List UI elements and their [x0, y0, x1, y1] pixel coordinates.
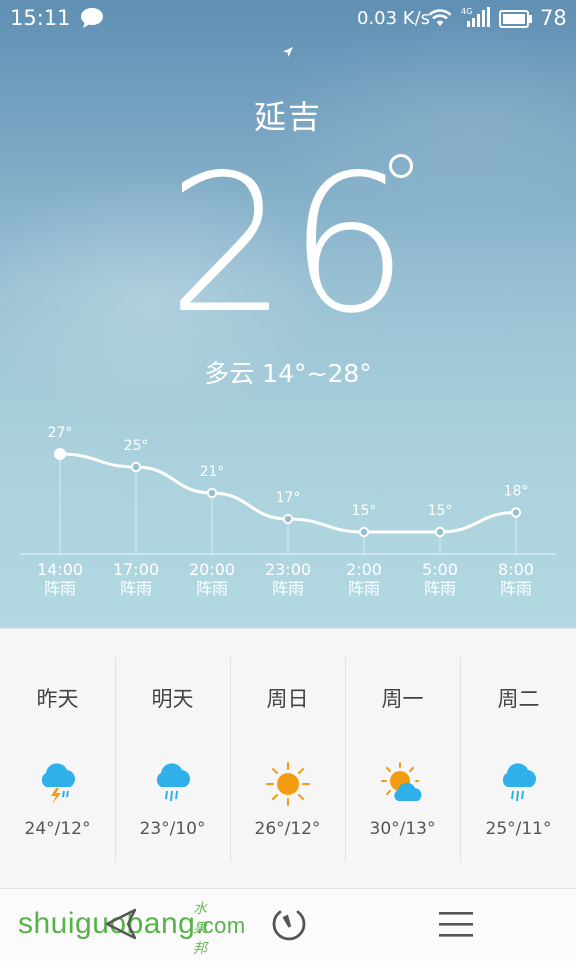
hour-condition: 阵雨 [499, 579, 532, 598]
hour-label: 2:00 [346, 560, 382, 579]
gauge-icon[interactable] [270, 905, 308, 943]
temperature-label: 17° [276, 490, 301, 506]
temperature-point [358, 526, 370, 538]
forecast-range: 24°/12° [24, 819, 91, 839]
forecast-day-name: 周日 [266, 687, 309, 711]
hour-column: 5:00 阵雨 [402, 560, 478, 598]
sunny-icon [265, 762, 310, 806]
hourly-labels: 14:00 阵雨 17:00 阵雨 20:00 阵雨 23:00 阵雨 2:00 阵雨 5:00 阵雨… [0, 560, 576, 610]
hour-label: 17:00 [112, 560, 160, 579]
hour-label: 5:00 [422, 560, 458, 579]
chat-notification-icon [81, 8, 103, 28]
forecast-range: 25°/11° [485, 819, 552, 839]
hour-condition: 阵雨 [195, 579, 228, 598]
forecast-day-name: 昨天 [36, 687, 79, 711]
temperature-label: 18° [504, 484, 529, 500]
current-temperature: 26 [167, 134, 409, 355]
forecast-day-name: 周一 [381, 687, 424, 711]
hour-label: 23:00 [264, 560, 312, 579]
menu-icon[interactable] [438, 909, 474, 939]
hour-condition: 阵雨 [43, 579, 76, 598]
daily-forecast: 昨天 24°/12° 明天 23°/10° 周日 26°/12° 周一 30°/… [0, 628, 576, 889]
hour-column: 2:00 阵雨 [326, 560, 402, 598]
temperature-point [206, 487, 218, 499]
temperature-label: 21° [200, 464, 225, 480]
temperature-point [130, 461, 142, 473]
forecast-day[interactable]: 周二 25°/11° [461, 657, 576, 862]
battery-percent: 78 [540, 6, 567, 30]
city-name[interactable]: 延吉 [0, 92, 576, 138]
hourly-temperature-chart: 27° 25° 21° 17° 15° 15° 18° [20, 425, 556, 555]
forecast-day-name: 明天 [151, 687, 194, 711]
forecast-range: 30°/13° [369, 819, 436, 839]
temperature-label: 15° [428, 503, 453, 519]
svg-text:4G: 4G [461, 7, 472, 16]
forecast-range: 23°/10° [139, 819, 206, 839]
temperature-point [510, 507, 522, 518]
hour-condition: 阵雨 [423, 579, 456, 598]
battery-icon [499, 10, 532, 28]
hour-column: 8:00 阵雨 [478, 560, 554, 598]
temperature-point [434, 526, 446, 538]
status-time: 15:11 [10, 6, 71, 30]
forecast-day-name: 周二 [497, 687, 540, 711]
hour-condition: 阵雨 [119, 579, 152, 598]
temperature-point [282, 513, 294, 525]
temperature-label: 27° [48, 425, 73, 441]
hour-label: 20:00 [188, 560, 236, 579]
temperature-point [54, 448, 66, 460]
partly-cloudy-icon [380, 762, 421, 801]
temperature-label: 15° [352, 503, 377, 519]
signal-4g-icon: 4G [461, 7, 490, 27]
hour-condition: 阵雨 [271, 579, 304, 598]
rain-icon [156, 763, 190, 802]
bottom-navigation: shuiguobang 水果邦 .com [0, 888, 576, 961]
forecast-day[interactable]: 周日 26°/12° [230, 657, 345, 862]
rain-icon [502, 763, 536, 802]
status-bar: 15:11 0.03 K/s 4G 78 [0, 0, 576, 38]
hour-label: 14:00 [36, 560, 84, 579]
net-speed: 0.03 K/s [357, 8, 431, 29]
location-arrow-icon [283, 47, 293, 57]
watermark-com: .com [196, 913, 246, 938]
forecast-range: 26°/12° [254, 819, 321, 839]
forecast-day[interactable]: 明天 23°/10° [115, 657, 230, 862]
hour-label: 8:00 [498, 560, 534, 579]
hour-column: 17:00 阵雨 [98, 560, 174, 598]
rain-thunder-icon [41, 763, 75, 804]
hour-column: 14:00 阵雨 [22, 560, 98, 598]
hour-column: 20:00 阵雨 [174, 560, 250, 598]
forecast-day[interactable]: 昨天 24°/12° [0, 657, 115, 862]
share-icon[interactable] [104, 907, 138, 941]
hour-condition: 阵雨 [347, 579, 380, 598]
degree-symbol [389, 154, 413, 178]
wifi-icon [428, 9, 452, 26]
forecast-day[interactable]: 周一 30°/13° [345, 657, 460, 862]
hour-column: 23:00 阵雨 [250, 560, 326, 598]
condition-range: 多云 14°~28° [204, 359, 372, 388]
temperature-label: 25° [124, 438, 149, 454]
